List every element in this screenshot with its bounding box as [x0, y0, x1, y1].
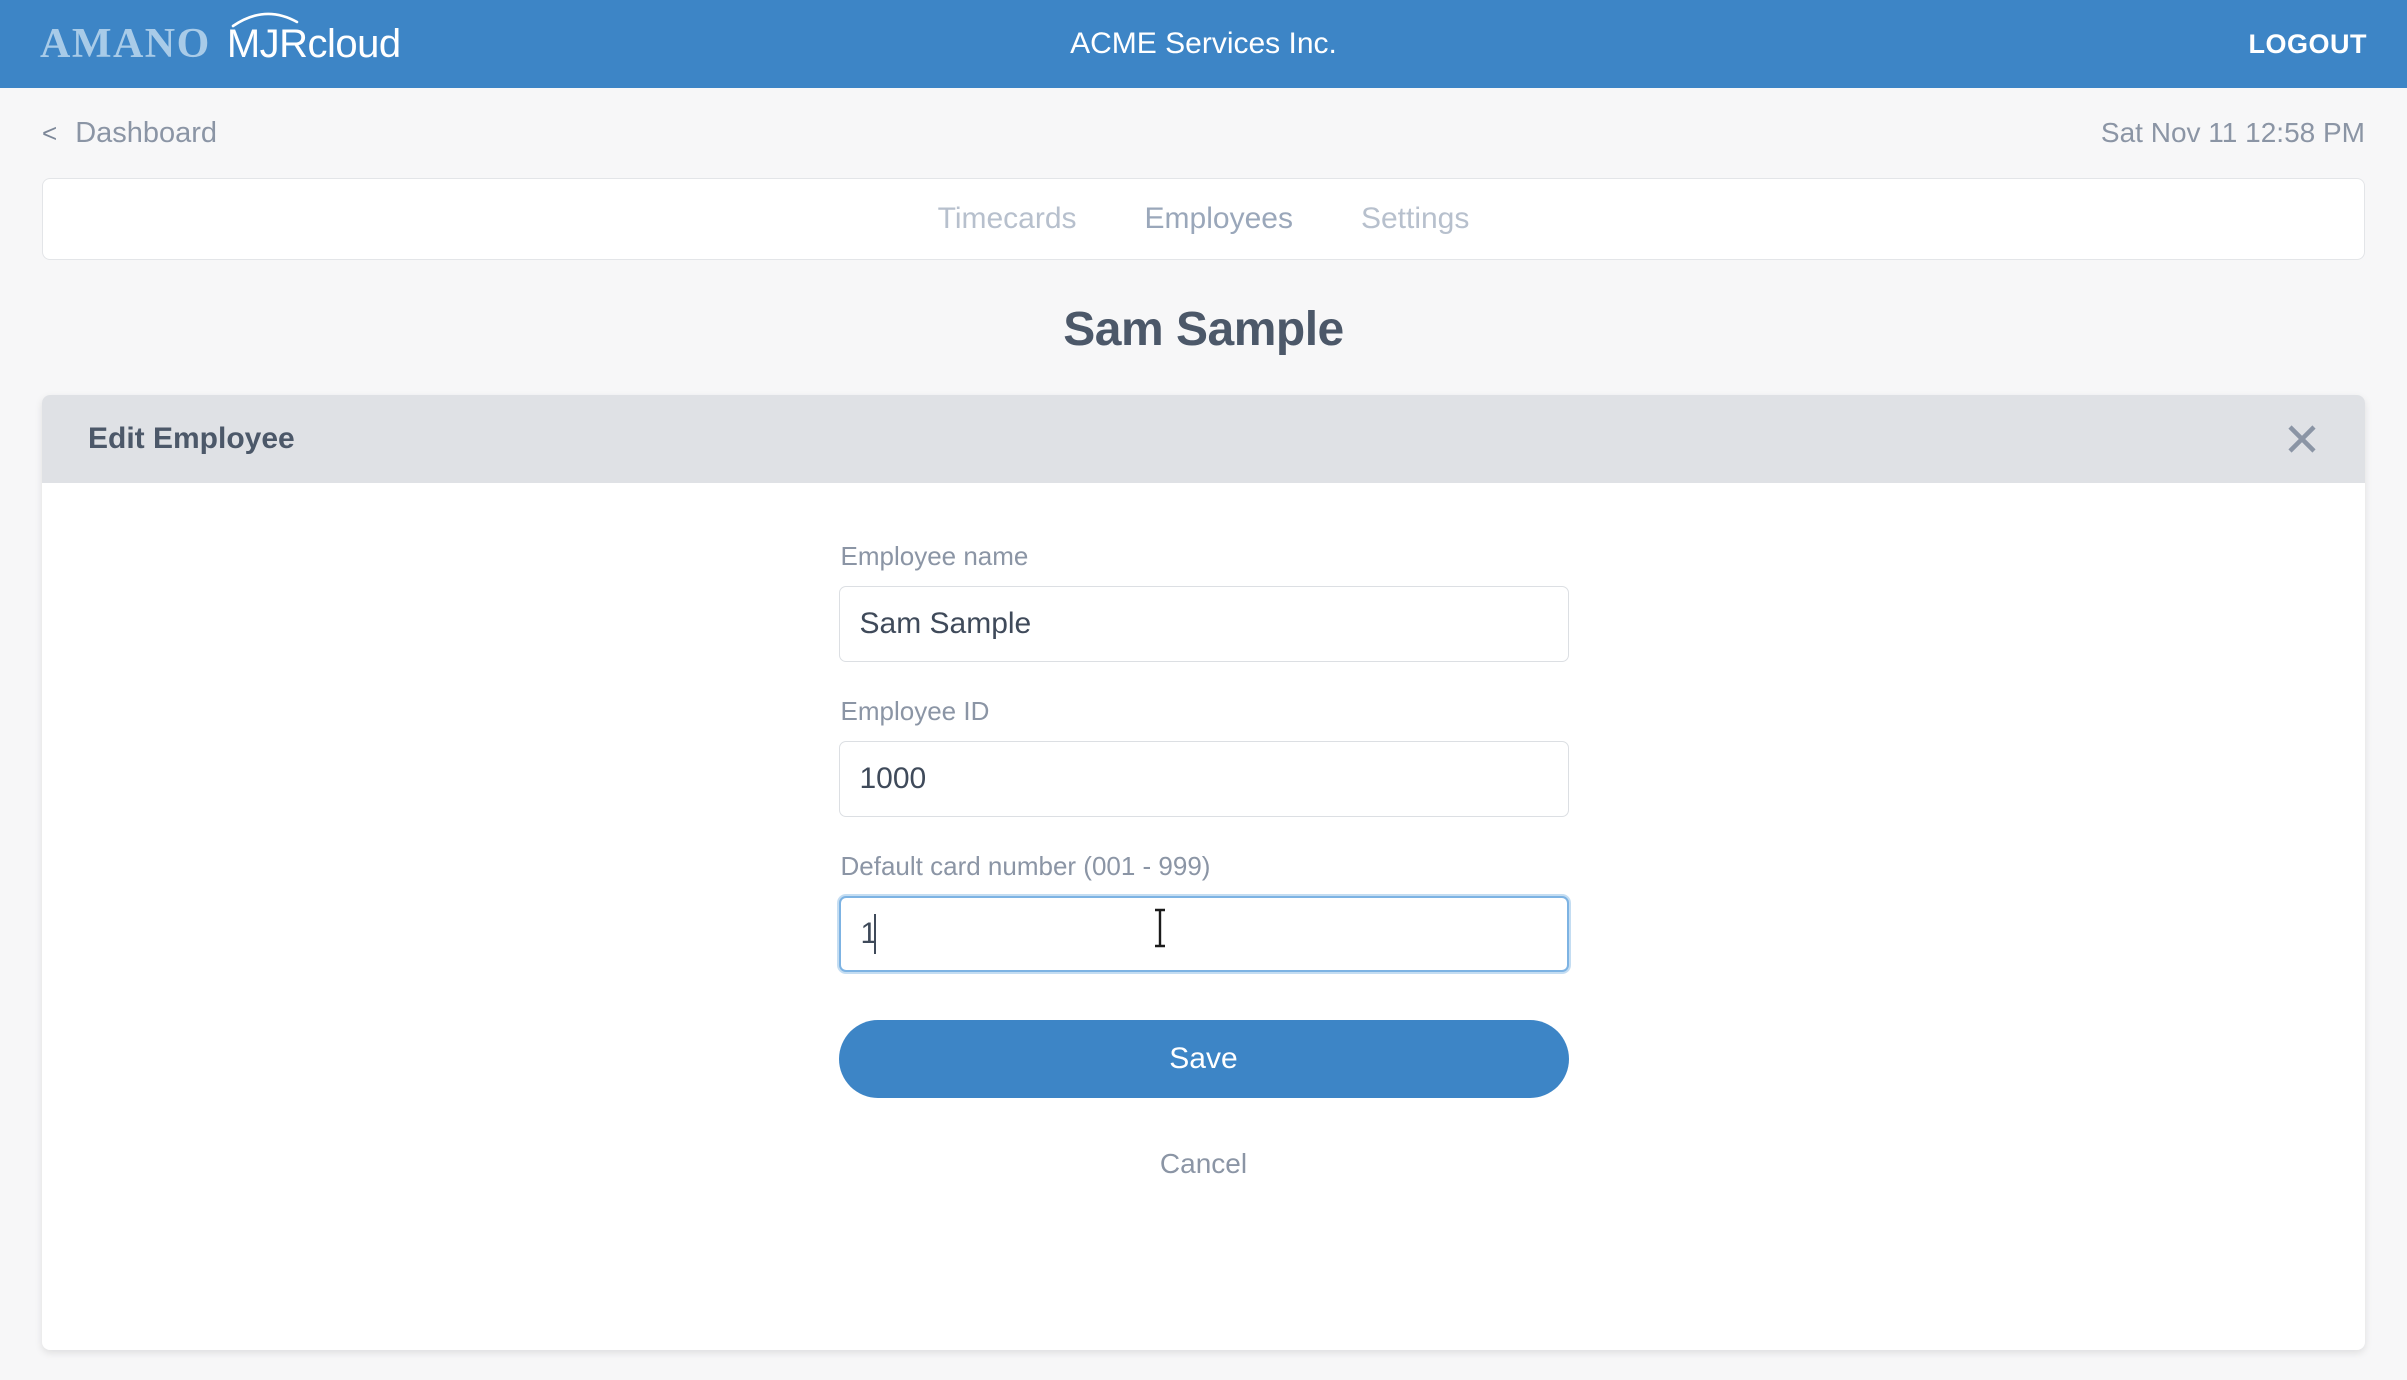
breadcrumb-bar: < Dashboard Sat Nov 11 12:58 PM — [0, 88, 2407, 178]
close-icon[interactable] — [2285, 422, 2319, 456]
text-caret — [873, 914, 876, 954]
default-card-number-label: Default card number (001 - 999) — [840, 851, 1211, 881]
primary-nav-bar: Timecards Employees Settings — [42, 178, 2365, 260]
current-datetime: Sat Nov 11 12:58 PM — [2100, 117, 2365, 148]
logo-mjrcloud: MJRcloud — [226, 12, 401, 66]
save-button[interactable]: Save — [838, 1020, 1569, 1098]
app-logo: AMANO MJRcloud — [40, 12, 401, 67]
page-title: Sam Sample — [1063, 303, 1344, 356]
card-body: Employee name Employee ID Default card n… — [42, 483, 2365, 1180]
employee-name-input[interactable] — [838, 586, 1569, 662]
logo-mjrcloud-text: MJRcloud — [226, 22, 401, 66]
field-employee-name: Employee name — [838, 541, 1569, 662]
employee-name-label: Employee name — [840, 541, 1029, 571]
logo-amano-text: AMANO — [40, 21, 211, 67]
breadcrumb-dashboard-link[interactable]: < Dashboard — [42, 117, 217, 150]
employee-id-input[interactable] — [838, 741, 1569, 817]
card-header: Edit Employee — [42, 395, 2365, 483]
default-card-number-input[interactable] — [838, 896, 1569, 972]
employee-id-label: Employee ID — [840, 696, 990, 726]
tab-timecards[interactable]: Timecards — [928, 196, 1087, 242]
tab-settings[interactable]: Settings — [1351, 196, 1479, 242]
logout-button[interactable]: LOGOUT — [2249, 29, 2368, 60]
edit-employee-card: Edit Employee Employee name Employee ID — [42, 395, 2365, 1350]
tab-employees[interactable]: Employees — [1135, 196, 1303, 242]
top-header-bar: AMANO MJRcloud ACME Services Inc. LOGOUT — [0, 0, 2407, 88]
breadcrumb-label: Dashboard — [75, 116, 218, 149]
card-title: Edit Employee — [88, 422, 295, 455]
field-employee-id: Employee ID — [838, 696, 1569, 817]
field-default-card-number: Default card number (001 - 999) — [838, 851, 1569, 972]
chevron-left-icon: < — [42, 118, 58, 148]
cancel-button[interactable]: Cancel — [839, 1148, 1569, 1180]
edit-employee-form: Employee name Employee ID Default card n… — [838, 541, 1569, 1180]
